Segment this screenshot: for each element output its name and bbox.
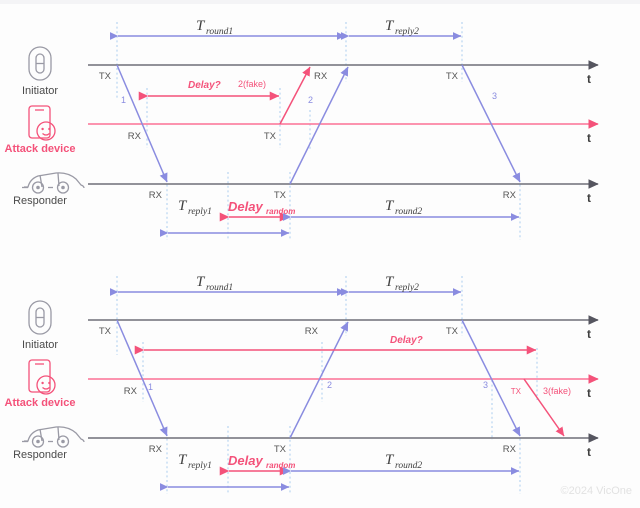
- marker-tx: TX: [264, 131, 277, 142]
- marker-rx: RX: [128, 131, 142, 142]
- axis-label-t: t: [587, 131, 591, 145]
- role-label-responder: Responder: [13, 195, 67, 207]
- axis-label-t: t: [587, 191, 591, 205]
- role-label-attack: Attack device: [5, 143, 76, 155]
- span-label-delay: Delay: [228, 453, 263, 468]
- axis-label-t: t: [587, 386, 591, 400]
- marker-tx: TX: [99, 326, 112, 337]
- span-label-sub-reply2: reply2: [395, 283, 419, 293]
- span-label-sub-round1: round1: [206, 27, 233, 37]
- message-label-2: 2: [327, 380, 332, 390]
- span-label-sub-round1: round1: [206, 283, 233, 293]
- role-label-responder: Responder: [13, 449, 67, 461]
- span-label-delay-question: Delay?: [188, 80, 221, 91]
- message-label-2-fake: 2(fake): [238, 79, 266, 89]
- marker-tx: TX: [274, 444, 287, 455]
- message-label-3-fake: 3(fake): [543, 386, 571, 396]
- marker-rx: RX: [503, 190, 517, 201]
- marker-rx: RX: [314, 71, 328, 82]
- copyright-label: ©2024 VicOne: [560, 485, 632, 497]
- message-label-3: 3: [483, 380, 488, 390]
- marker-tx: TX: [446, 71, 459, 82]
- span-label-sub-random: random: [266, 461, 295, 470]
- marker-tx: TX: [274, 190, 287, 201]
- span-label-sub-round2: round2: [395, 461, 422, 471]
- marker-rx: RX: [124, 386, 138, 397]
- diagram-canvas: Initiator Attack device Responder t t t …: [0, 0, 640, 508]
- message-label-2: 2: [308, 95, 313, 105]
- span-label-sub-reply2: reply2: [395, 27, 419, 37]
- marker-rx: RX: [503, 444, 517, 455]
- span-label-delay-question: Delay?: [390, 335, 423, 346]
- axis-label-t: t: [587, 72, 591, 86]
- role-label-initiator: Initiator: [22, 339, 58, 351]
- span-label-sub-round2: round2: [395, 207, 422, 217]
- role-label-initiator: Initiator: [22, 85, 58, 97]
- message-label-1: 1: [148, 382, 153, 392]
- axis-label-t: t: [587, 327, 591, 341]
- axis-label-t: t: [587, 445, 591, 459]
- message-label-1: 1: [121, 95, 126, 105]
- marker-tx: TX: [99, 71, 112, 82]
- marker-rx: RX: [149, 190, 163, 201]
- span-label-sub-random: random: [266, 207, 295, 216]
- span-label-sub-reply1: reply1: [188, 461, 212, 471]
- marker-tx: TX: [446, 326, 459, 337]
- span-label-sub-reply1: reply1: [188, 207, 212, 217]
- marker-rx: RX: [149, 444, 163, 455]
- marker-rx: RX: [305, 326, 319, 337]
- role-label-attack: Attack device: [5, 397, 76, 409]
- span-label-delay: Delay: [228, 199, 263, 214]
- message-label-3: 3: [492, 91, 497, 101]
- marker-tx-attack: TX: [511, 387, 522, 396]
